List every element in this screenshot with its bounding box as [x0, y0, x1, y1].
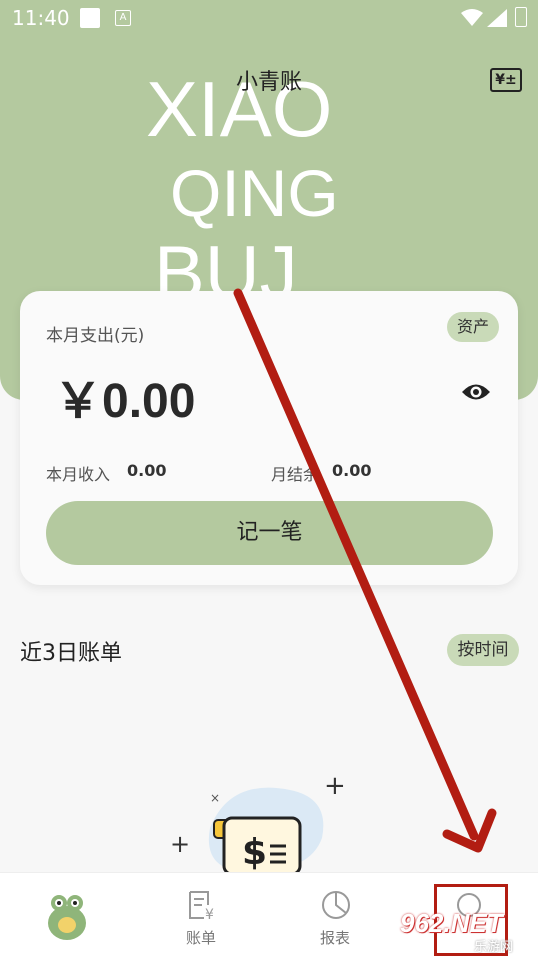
watermark-logo: 962.NET [400, 908, 503, 938]
tab-bills[interactable]: ¥ 账单 [134, 873, 268, 959]
eye-icon[interactable] [461, 381, 491, 403]
status-bar: 11:40 A [0, 0, 538, 38]
empty-state-illustration: + × + $ [170, 771, 346, 872]
tab-home[interactable] [0, 873, 134, 959]
expense-label: 本月支出(元) [46, 326, 145, 346]
balance-label: 月结余 [271, 465, 320, 484]
summary-card: 本月支出(元) 资产 ￥0.00 本月收入 0.00 月结余 0.00 记一笔 [20, 291, 518, 585]
svg-text:×: × [210, 791, 220, 805]
svg-text:$: $ [242, 832, 267, 872]
battery-icon [515, 7, 527, 27]
pie-chart-icon [322, 891, 350, 919]
bill-icon: ¥ [189, 891, 214, 921]
turtle-mascot-icon [48, 895, 86, 940]
tab-report-label: 报表 [319, 929, 350, 947]
balance-value: 0.00 [332, 461, 372, 480]
page-title: 小青账 [235, 70, 302, 95]
sort-by-time-button[interactable]: 按时间 [447, 634, 519, 666]
svg-text:+: + [170, 830, 190, 858]
signal-icon [487, 9, 507, 27]
recent-bills-title: 近3日账单 [20, 641, 122, 666]
watermark-sub: 乐游网 [474, 940, 514, 955]
asset-button[interactable]: 资产 [447, 312, 499, 342]
calculator-icon[interactable]: ¥± [490, 68, 522, 92]
record-button[interactable]: 记一笔 [46, 501, 493, 565]
svg-text:¥: ¥ [205, 907, 214, 921]
notification-square-icon [80, 8, 100, 28]
logo-text-line-2: QING [170, 156, 339, 230]
watermark: 962.NET 乐游网 [400, 908, 534, 955]
tab-bills-label: 账单 [185, 929, 216, 947]
expense-amount: ￥0.00 [54, 375, 196, 428]
income-value: 0.00 [127, 461, 167, 480]
wifi-icon [461, 9, 483, 26]
status-time: 11:40 [12, 6, 70, 30]
tab-report[interactable]: 报表 [268, 873, 402, 959]
svg-text:+: + [324, 771, 346, 801]
a-icon: A [115, 10, 131, 26]
income-label: 本月收入 [46, 465, 111, 484]
